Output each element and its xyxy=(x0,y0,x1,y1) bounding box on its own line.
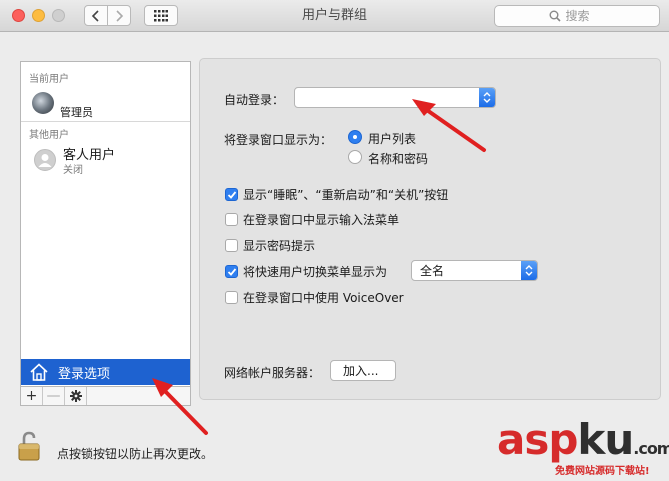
checkbox-fast-user-switching-label: 将快速用户切换菜单显示为 xyxy=(243,265,388,279)
watermark-logo: aspku.com xyxy=(497,415,669,464)
checkbox-voiceover[interactable] xyxy=(225,291,238,304)
chevron-left-icon xyxy=(91,9,99,22)
auto-login-popup[interactable] xyxy=(294,87,496,108)
checkbox-show-sleep-restart-label: 显示“睡眠”、“重新启动”和“关机”按钮 xyxy=(243,188,449,202)
guest-status: 关闭 xyxy=(63,165,83,176)
fast-switch-value: 全名 xyxy=(420,264,445,278)
lock-hint-text: 点按锁按钮以防止再次更改。 xyxy=(57,447,214,461)
popup-arrows-icon xyxy=(521,261,537,280)
watermark-subtitle: 免费网站源码下载站! xyxy=(555,466,650,477)
add-user-button[interactable]: + xyxy=(21,387,43,405)
house-icon xyxy=(30,363,48,381)
user-row-admin[interactable]: 管理员 xyxy=(21,88,190,120)
radio-user-list-label: 用户列表 xyxy=(368,132,417,146)
action-menu-button[interactable] xyxy=(65,387,87,405)
checkbox-password-hints[interactable] xyxy=(225,239,238,252)
zoom-window-button[interactable] xyxy=(52,9,65,22)
section-divider xyxy=(21,121,190,122)
remove-user-button[interactable]: — xyxy=(43,387,65,405)
checkbox-voiceover-label: 在登录窗口中使用 VoiceOver xyxy=(243,291,404,305)
sidebar-toolbar: + — xyxy=(20,387,191,406)
display-as-label: 将登录窗口显示为： xyxy=(224,133,333,147)
radio-name-password[interactable] xyxy=(348,150,362,164)
login-options-label: 登录选项 xyxy=(58,366,111,382)
user-row-guest[interactable]: 客人用户 关闭 xyxy=(21,142,190,176)
checkmark-icon xyxy=(227,191,237,199)
admin-avatar xyxy=(32,92,54,114)
back-button[interactable] xyxy=(84,5,108,26)
fast-switch-popup[interactable]: 全名 xyxy=(411,260,538,281)
lock-icon[interactable] xyxy=(18,431,40,461)
checkbox-input-menu-label: 在登录窗口中显示输入法菜单 xyxy=(243,213,400,227)
admin-name: 管理员 xyxy=(60,106,93,119)
search-icon xyxy=(549,10,561,22)
checkbox-input-menu[interactable] xyxy=(225,213,238,226)
checkbox-show-sleep-restart[interactable] xyxy=(225,188,238,201)
checkbox-password-hints-label: 显示密码提示 xyxy=(243,239,316,253)
title-bar xyxy=(0,0,669,32)
current-users-header: 当前用户 xyxy=(29,74,69,85)
watermark: aspku.com 免费网站源码下载站! xyxy=(497,415,669,480)
radio-name-password-label: 名称和密码 xyxy=(368,152,429,166)
forward-button[interactable] xyxy=(107,5,131,26)
chevron-right-icon xyxy=(116,9,124,22)
checkmark-icon xyxy=(227,268,237,276)
minimize-window-button[interactable] xyxy=(32,9,45,22)
popup-arrows-icon xyxy=(479,88,495,107)
checkbox-fast-user-switching[interactable] xyxy=(225,265,238,278)
users-list: 当前用户 管理员 其他用户 客人用户 关闭 登录选项 xyxy=(20,61,191,387)
person-icon xyxy=(38,154,52,167)
gear-icon xyxy=(69,390,82,402)
login-options-panel xyxy=(199,58,661,400)
grid-icon xyxy=(154,9,168,21)
auto-login-label: 自动登录： xyxy=(224,93,285,107)
other-users-header: 其他用户 xyxy=(29,130,69,141)
close-window-button[interactable] xyxy=(12,9,25,22)
join-button[interactable]: 加入... xyxy=(330,360,396,381)
search-field[interactable] xyxy=(494,5,660,27)
search-input[interactable] xyxy=(565,9,606,23)
radio-user-list[interactable] xyxy=(348,130,362,144)
network-server-label: 网络帐户服务器： xyxy=(224,366,321,380)
show-all-button[interactable] xyxy=(144,5,178,26)
login-options-item[interactable]: 登录选项 xyxy=(21,359,190,385)
guest-avatar xyxy=(34,149,56,171)
